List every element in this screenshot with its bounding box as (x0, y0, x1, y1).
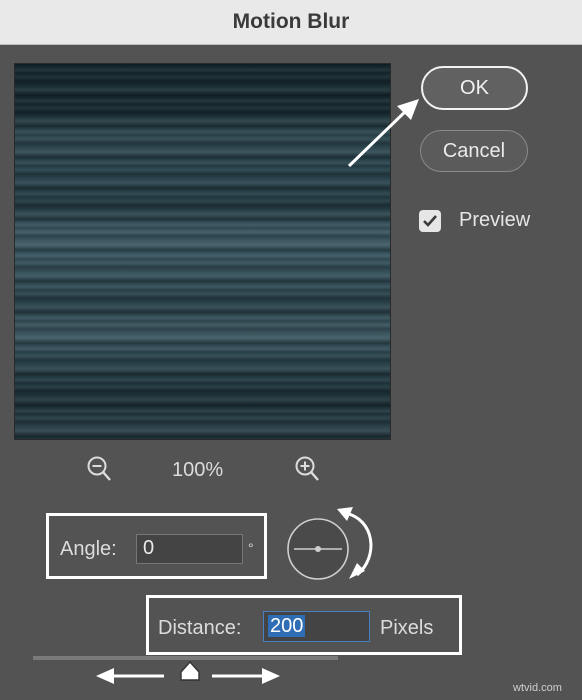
preview-label: Preview (459, 209, 531, 231)
zoom-in-icon[interactable] (294, 455, 320, 483)
left-annotation-arrow-icon (96, 668, 164, 684)
zoom-percent: 100% (172, 459, 224, 481)
watermark: wtvid.com (513, 682, 562, 694)
degree-symbol: ° (248, 540, 254, 556)
rotate-arrow-icon (337, 507, 373, 579)
angle-input[interactable]: 0 (136, 534, 243, 564)
distance-value: 200 (268, 615, 306, 637)
ok-button[interactable]: OK (421, 66, 528, 110)
title-bar: Motion Blur (0, 0, 582, 45)
zoom-controls: 100% (86, 455, 326, 485)
distance-label: Distance: (158, 617, 242, 639)
right-annotation-arrow-icon (212, 668, 280, 684)
zoom-out-icon[interactable] (86, 455, 112, 483)
ok-annotation-arrow-icon (347, 99, 419, 168)
checkmark-icon (423, 214, 437, 227)
angle-label: Angle: (60, 538, 117, 560)
pixels-label: Pixels (380, 617, 434, 639)
preview-toggle[interactable]: Preview (419, 209, 530, 232)
cancel-button[interactable]: Cancel (420, 130, 528, 172)
dialog-title: Motion Blur (232, 10, 350, 33)
distance-input[interactable]: 200 (263, 611, 370, 642)
slider-thumb-icon[interactable] (178, 660, 202, 682)
preview-checkbox[interactable] (419, 209, 441, 232)
preview-image[interactable] (14, 63, 391, 440)
